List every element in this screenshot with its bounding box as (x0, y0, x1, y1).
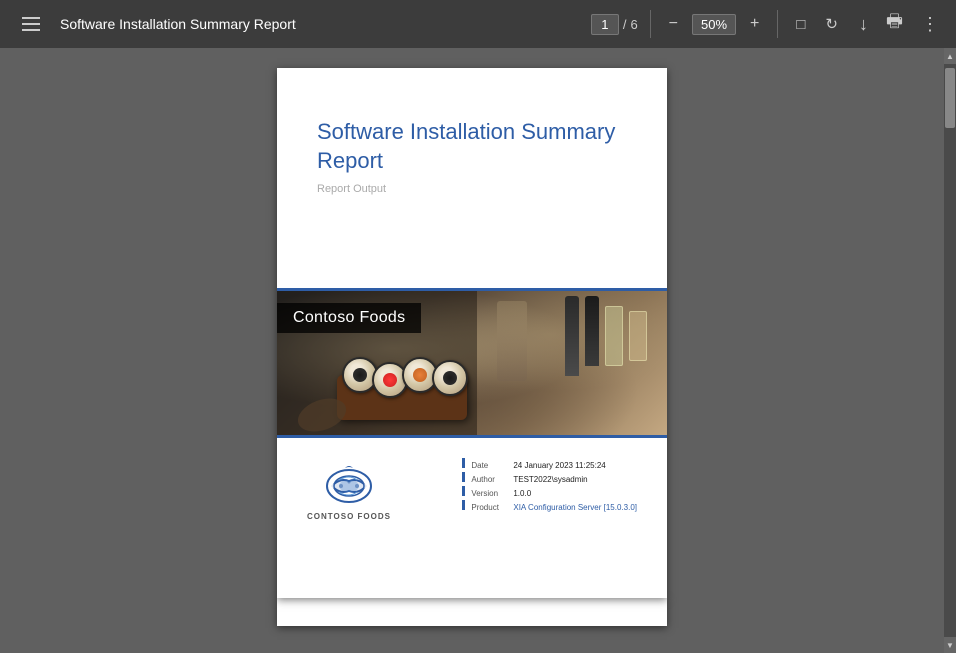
date-value: 24 January 2023 11:25:24 (513, 461, 605, 470)
zoom-input[interactable] (692, 14, 736, 35)
sushi-board (337, 375, 467, 420)
company-logo (319, 458, 379, 508)
info-row-product: Product XIA Configuration Server [15.0.3… (462, 500, 637, 512)
glass-2 (629, 311, 647, 361)
banner-company-label: Contoso Foods (277, 303, 421, 333)
history-icon: ↻ (825, 15, 838, 33)
glass-1 (605, 306, 623, 366)
info-bar-product (462, 500, 465, 510)
fit-page-button[interactable]: □ (790, 12, 811, 37)
info-row-date: Date 24 January 2023 11:25:24 (462, 458, 637, 470)
info-bar-date (462, 458, 465, 468)
banner-bottles (565, 296, 647, 376)
logo-svg (319, 458, 379, 508)
scroll-down-icon: ▼ (946, 641, 954, 650)
food-item-center (497, 301, 527, 381)
version-label: Version (471, 489, 507, 498)
report-title: Software Installation Summary Report (317, 118, 627, 175)
report-subtitle: Report Output (317, 183, 627, 195)
sushi-board-area (337, 375, 467, 420)
page-controls: / 6 (591, 14, 638, 35)
page-separator: / (623, 17, 627, 32)
print-button[interactable]: 🖶 (879, 5, 910, 43)
info-bar-version (462, 486, 465, 496)
zoom-out-icon: − (669, 15, 678, 33)
divider-1 (650, 10, 651, 38)
page-bottom-section: CONTOSO FOODS Date 24 January 2023 11:25… (277, 438, 667, 598)
history-button[interactable]: ↻ (819, 11, 844, 37)
more-options-button[interactable]: ⋮ (914, 10, 946, 39)
download-icon: ↓ (859, 14, 868, 34)
bottle-1 (565, 296, 579, 376)
scroll-up-button[interactable]: ▲ (944, 48, 956, 64)
author-label: Author (471, 475, 507, 484)
pdf-page-1: Software Installation Summary Report Rep… (277, 68, 667, 598)
page-total: 6 (630, 17, 637, 32)
page-title-section: Software Installation Summary Report Rep… (277, 68, 667, 288)
sushi-rolls (342, 357, 460, 398)
pdf-viewer[interactable]: Software Installation Summary Report Rep… (0, 48, 944, 653)
more-options-icon: ⋮ (921, 14, 939, 34)
version-value: 1.0.0 (513, 489, 531, 498)
scroll-down-button[interactable]: ▼ (944, 637, 956, 653)
zoom-out-button[interactable]: − (663, 11, 684, 37)
bottle-2 (585, 296, 599, 366)
sushi-roll-4 (432, 360, 468, 396)
download-button[interactable]: ↓ (852, 10, 875, 39)
pdf-page-2-partial (277, 598, 667, 626)
menu-button[interactable] (10, 7, 52, 41)
document-title: Software Installation Summary Report (60, 16, 583, 32)
product-value: XIA Configuration Server [15.0.3.0] (513, 503, 637, 512)
company-logo-area: CONTOSO FOODS (307, 458, 391, 521)
main-content: Software Installation Summary Report Rep… (0, 48, 956, 653)
page-number-input[interactable] (591, 14, 619, 35)
product-label: Product (471, 503, 507, 512)
divider-2 (777, 10, 778, 38)
info-bar-author (462, 472, 465, 482)
hamburger-icon (16, 11, 46, 37)
author-value: TEST2022\sysadmin (513, 475, 587, 484)
info-row-version: Version 1.0.0 (462, 486, 637, 498)
date-label: Date (471, 461, 507, 470)
company-logo-text: CONTOSO FOODS (307, 512, 391, 521)
zoom-in-icon: + (750, 15, 759, 33)
scroll-thumb[interactable] (945, 68, 955, 128)
info-row-author: Author TEST2022\sysadmin (462, 472, 637, 484)
banner-image-section: Contoso Foods (277, 288, 667, 438)
scroll-up-icon: ▲ (946, 52, 954, 61)
document-info-table: Date 24 January 2023 11:25:24 Author TES… (462, 458, 637, 512)
toolbar-right-actions: ↓ 🖶 ⋮ (852, 5, 946, 43)
print-icon: 🖶 (886, 11, 903, 31)
fit-page-icon: □ (796, 16, 805, 33)
toolbar: Software Installation Summary Report / 6… (0, 0, 956, 48)
zoom-in-button[interactable]: + (744, 11, 765, 37)
scrollbar[interactable]: ▲ ▼ (944, 48, 956, 653)
